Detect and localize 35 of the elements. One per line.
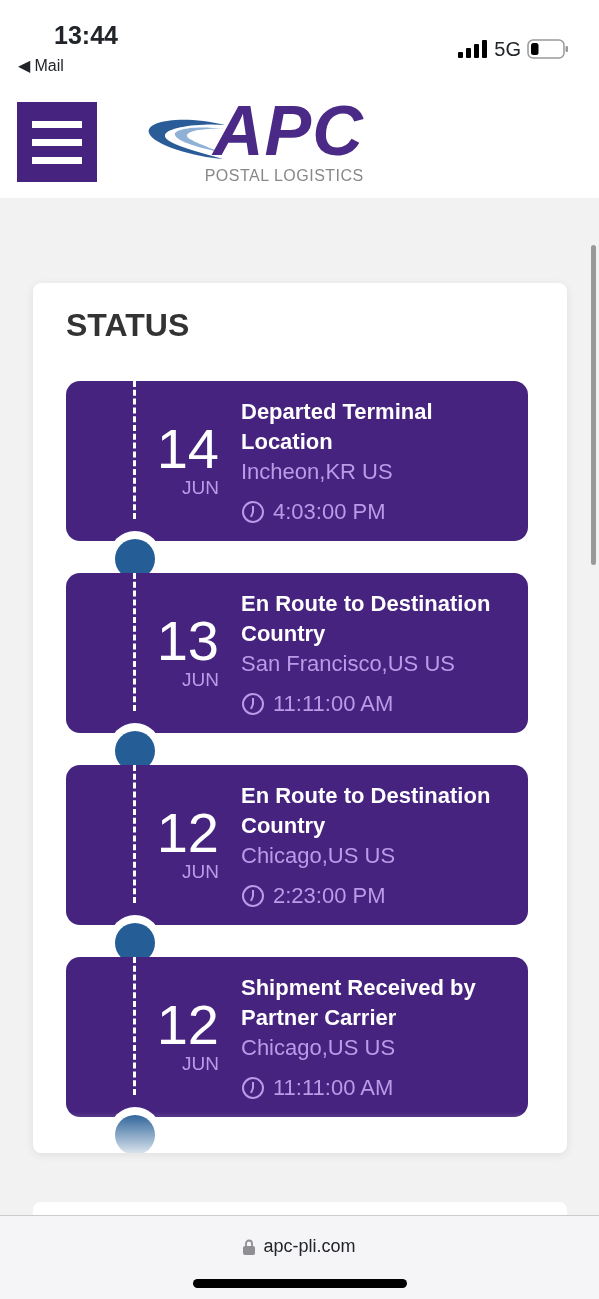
clock-time: 13:44 [54, 20, 118, 51]
event-day: 12 [156, 805, 219, 861]
network-label: 5G [494, 37, 521, 62]
event-day: 14 [156, 421, 219, 477]
event-month: JUN [182, 861, 219, 884]
clock-icon [241, 691, 265, 716]
logo-subtitle: POSTAL LOGISTICS [204, 166, 364, 186]
event-time: 11:11:00 AM [273, 1074, 394, 1102]
menu-button[interactable] [17, 102, 97, 182]
event-location: Chicago,US US [241, 1034, 397, 1062]
logo-title: APC [213, 96, 364, 166]
battery-icon [527, 39, 569, 59]
event-month: JUN [182, 1053, 219, 1076]
clock-icon [241, 499, 265, 524]
event-location: San Francisco,US US [241, 650, 456, 678]
event-time: 4:03:00 PM [273, 498, 386, 526]
clock-icon [241, 883, 265, 908]
event-time: 11:11:00 AM [273, 690, 394, 718]
lock-icon [243, 1238, 256, 1255]
event-location: Incheon,KR US [241, 458, 394, 486]
event-day: 12 [156, 997, 219, 1053]
event-title: Departed Terminal Location [241, 398, 434, 456]
clock-icon [241, 1075, 265, 1100]
signal-icon [458, 40, 489, 58]
url-text[interactable]: apc-pli.com [263, 1233, 356, 1260]
event-title: Shipment Received by Partner Carrier [241, 974, 477, 1032]
event-month: JUN [182, 669, 219, 692]
back-link[interactable]: ◀ Mail [18, 54, 64, 78]
event-time: 2:23:00 PM [273, 882, 386, 910]
event-title: En Route to Destination Country [241, 590, 492, 648]
event-month: JUN [182, 477, 219, 500]
section-title: STATUS [66, 309, 191, 341]
event-location: Chicago,US US [241, 842, 397, 870]
event-title: En Route to Destination Country [241, 782, 492, 840]
event-day: 13 [156, 613, 219, 669]
